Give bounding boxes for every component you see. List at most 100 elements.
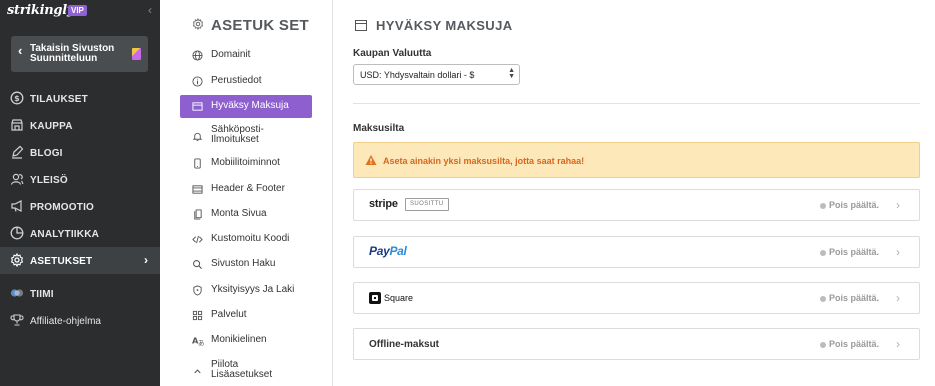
back-arrow-icon: ‹	[18, 43, 23, 58]
settings-item-domains[interactable]: Domainit	[180, 44, 312, 67]
main-nav: $ TILAUKSET KAUPPA BLOGI YLEISÖ PROMOOTI…	[0, 85, 160, 334]
settings-item-accept-payments[interactable]: Hyväksy Maksuja	[180, 95, 312, 118]
nav-item-label: TIIMI	[30, 289, 54, 300]
nav-item-label: PROMOOTIO	[30, 202, 95, 213]
chevron-right-icon: ›	[896, 291, 900, 305]
settings-item-label: Palvelut	[211, 309, 247, 320]
settings-item-label: Piilota Lisäasetukset	[211, 360, 272, 380]
offline-payments-label: Offline-maksut	[369, 339, 440, 350]
chevron-right-icon: ›	[896, 245, 900, 259]
brand-logo[interactable]: strikingly	[7, 3, 74, 18]
gateway-status: Pois päältä.	[829, 247, 880, 257]
globe-icon	[192, 50, 203, 61]
gateway-row-stripe[interactable]: stripe SUOSITTU Pois päältä. ›	[353, 189, 920, 221]
settings-item-label: Sivuston Haku	[211, 258, 276, 269]
settings-item-header-footer[interactable]: Header & Footer	[180, 178, 312, 201]
warning-icon	[365, 154, 377, 166]
code-icon	[192, 234, 203, 245]
nav-item-team[interactable]: TIIMI	[0, 280, 160, 307]
settings-item-label: Hyväksy Maksuja	[211, 100, 289, 111]
settings-item-custom-code[interactable]: Kustomoitu Koodi	[180, 228, 312, 251]
layout-icon	[192, 184, 203, 195]
pie-chart-icon	[10, 226, 24, 240]
settings-item-services[interactable]: Palvelut	[180, 304, 312, 327]
store-icon	[10, 118, 24, 132]
dollar-circle-icon: $	[10, 91, 24, 105]
status-dot	[820, 203, 826, 209]
square-logo-icon	[369, 292, 381, 304]
vip-badge: VIP	[68, 5, 87, 16]
chevron-right-icon: ›	[896, 337, 900, 351]
settings-item-label: Perustiedot	[211, 75, 262, 86]
gear-icon	[10, 253, 24, 267]
nav-item-label: Affiliate-ohjelma	[30, 316, 101, 327]
settings-item-email-notifications[interactable]: Sähköposti- Ilmoitukset	[180, 123, 312, 146]
site-thumbnail-icon	[132, 48, 141, 60]
chevron-right-icon: ›	[896, 198, 900, 212]
megaphone-icon	[10, 199, 24, 213]
nav-item-orders[interactable]: $ TILAUKSET	[0, 85, 160, 112]
gateway-status: Pois päältä.	[829, 339, 880, 349]
gateway-row-paypal[interactable]: PayPal Pois päältä. ›	[353, 236, 920, 268]
square-logo-text: Square	[384, 293, 414, 303]
settings-item-label: Domainit	[211, 49, 251, 60]
settings-item-label: Sähköposti- Ilmoitukset	[211, 125, 264, 145]
main-sidebar: strikingly VIP ‹ ‹ Takaisin Sivuston Suu…	[0, 0, 160, 386]
trophy-icon	[10, 313, 24, 327]
settings-item-privacy-legal[interactable]: Yksityisyys Ja Laki	[180, 279, 312, 302]
settings-item-label-line2: Ilmoitukset	[211, 134, 259, 145]
settings-item-site-search[interactable]: Sivuston Haku	[180, 253, 312, 276]
currency-label: Kaupan Valuutta	[353, 48, 432, 59]
select-arrows-icon: ▲ ▼	[508, 67, 515, 80]
paypal-logo: PayPal	[369, 244, 407, 258]
nav-item-label: ANALYTIIKKA	[30, 229, 100, 240]
settings-item-basic-info[interactable]: Perustiedot	[180, 70, 312, 93]
settings-item-multilingual[interactable]: Aあ Monikielinen	[180, 329, 312, 352]
shield-icon	[192, 285, 203, 296]
nav-item-blog[interactable]: BLOGI	[0, 139, 160, 166]
page-title: HYVÄKSY MAKSUJA	[376, 18, 513, 33]
nav-item-label: TILAUKSET	[30, 94, 88, 105]
settings-item-hide-advanced[interactable]: Piilota Lisäasetukset	[180, 358, 312, 381]
nav-item-settings[interactable]: ASETUKSET ›	[0, 247, 160, 274]
nav-item-label: BLOGI	[30, 148, 63, 159]
settings-item-label: Kustomoitu Koodi	[211, 233, 290, 244]
status-dot	[820, 342, 826, 348]
status-dot	[820, 250, 826, 256]
nav-item-affiliate[interactable]: Affiliate-ohjelma	[0, 307, 160, 334]
card-icon	[192, 101, 203, 112]
settings-item-label: Yksityisyys Ja Laki	[211, 284, 295, 295]
divider	[353, 103, 920, 104]
pen-icon	[10, 145, 24, 159]
settings-item-mobile[interactable]: Mobiilitoiminnot	[180, 152, 312, 175]
nav-item-store[interactable]: KAUPPA	[0, 112, 160, 139]
accept-payments-panel: HYVÄKSY MAKSUJA Kaupan Valuutta USD: Yhd…	[333, 0, 935, 386]
currency-select-value: USD: Yhdysvaltain dollari - $	[360, 70, 475, 80]
settings-menu: ASETUK SET Domainit Perustiedot Hyväksy …	[160, 0, 333, 386]
nav-item-analytics[interactable]: ANALYTIIKKA	[0, 220, 160, 247]
settings-item-label: Header & Footer	[211, 183, 285, 194]
pages-icon	[192, 209, 203, 220]
gateway-row-offline[interactable]: Offline-maksut Pois päältä. ›	[353, 328, 920, 360]
currency-select[interactable]: USD: Yhdysvaltain dollari - $ ▲ ▼	[353, 64, 520, 85]
mobile-icon	[192, 158, 203, 169]
gateway-warning-alert: Aseta ainakin yksi maksusilta, jotta saa…	[353, 142, 920, 178]
gateways-label: Maksusilta	[353, 123, 405, 134]
paypal-logo-part2: Pal	[389, 244, 407, 258]
team-icon	[10, 286, 24, 300]
chevron-up-icon	[192, 366, 203, 377]
gateway-row-square[interactable]: Square Pois päältä. ›	[353, 282, 920, 314]
settings-item-label: Monikielinen	[211, 334, 267, 345]
paypal-logo-part1: Pay	[369, 244, 390, 258]
svg-text:あ: あ	[198, 339, 204, 346]
nav-item-label: KAUPPA	[30, 121, 73, 132]
app-root: strikingly VIP ‹ ‹ Takaisin Sivuston Suu…	[0, 0, 935, 386]
back-to-editor-button[interactable]: ‹ Takaisin Sivuston Suunnitteluun	[11, 36, 148, 72]
gateway-status: Pois päältä.	[829, 200, 880, 210]
nav-item-audience[interactable]: YLEISÖ	[0, 166, 160, 193]
nav-item-label: ASETUKSET	[30, 256, 93, 267]
nav-item-promotion[interactable]: PROMOOTIO	[0, 193, 160, 220]
settings-item-multiple-pages[interactable]: Monta Sivua	[180, 203, 312, 226]
chevron-left-icon[interactable]: ‹	[148, 3, 152, 17]
status-dot	[820, 296, 826, 302]
